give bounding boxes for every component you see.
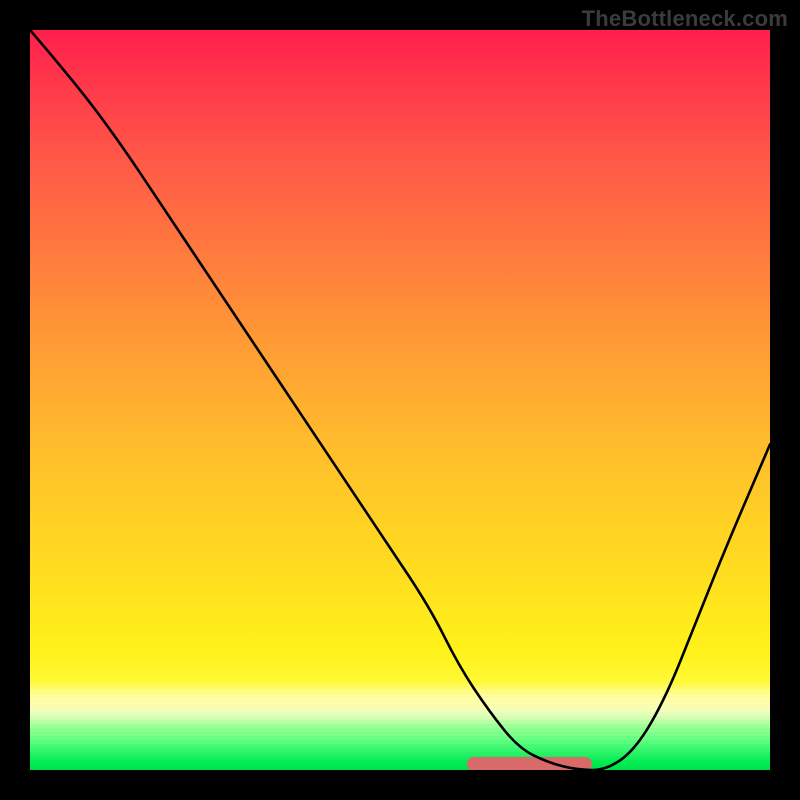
bottleneck-curve (30, 30, 770, 770)
watermark-text: TheBottleneck.com (582, 6, 788, 32)
plot-area (30, 30, 770, 770)
page-root: TheBottleneck.com (0, 0, 800, 800)
chart-svg (30, 30, 770, 770)
